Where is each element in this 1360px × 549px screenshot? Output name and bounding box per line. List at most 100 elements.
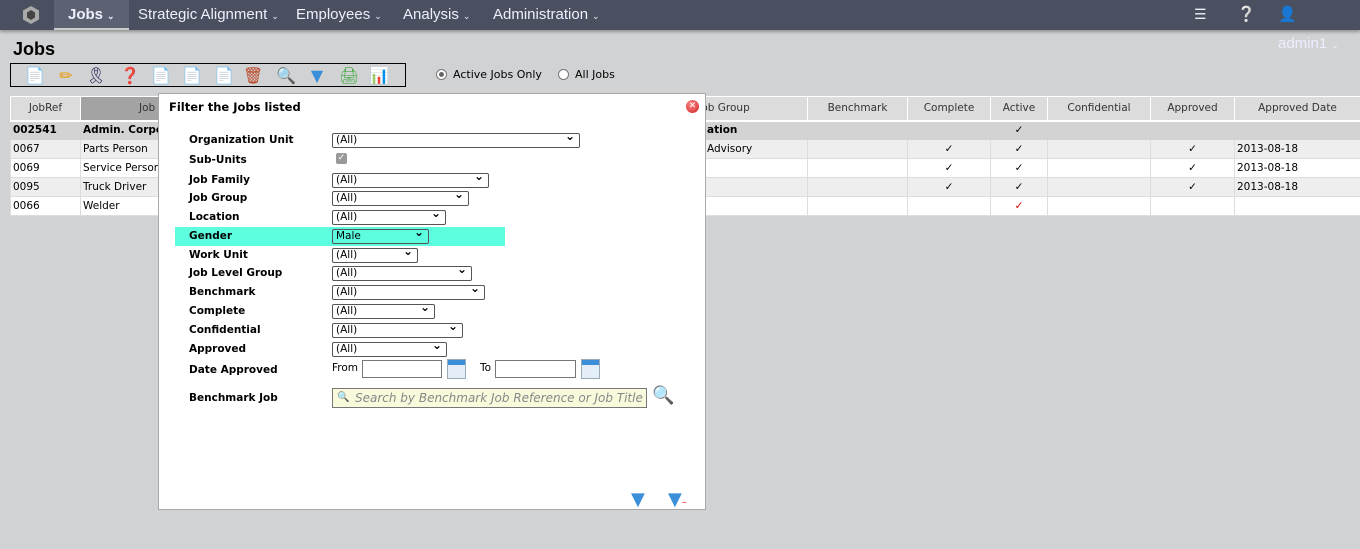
chevron-down-icon: ⌄ <box>271 11 279 21</box>
calendar-icon[interactable] <box>581 359 600 379</box>
top-nav: Jobs ⌄ Strategic Alignment ⌄ Employees ⌄ An… <box>0 0 1360 52</box>
col-complete[interactable]: Complete <box>907 96 991 122</box>
cell-jobref: 0095 <box>10 177 81 197</box>
cell-complete: ✓ <box>907 177 991 197</box>
cell-approved <box>1150 120 1235 140</box>
approved-select[interactable]: (All) <box>332 339 447 357</box>
radio-all-jobs[interactable]: All Jobs <box>558 68 615 81</box>
cell-confidential <box>1047 177 1151 197</box>
nav-jobs[interactable]: Jobs ⌄ <box>54 0 129 30</box>
transfer-icon[interactable]: 📄 <box>214 66 234 86</box>
cell-benchmark <box>807 196 908 216</box>
job-group-select[interactable]: (All) <box>332 188 469 206</box>
print-icon[interactable]: 🖨 <box>339 66 359 86</box>
job-help-icon[interactable]: ❓ <box>120 66 140 86</box>
location-select[interactable]: (All) <box>332 207 446 225</box>
page-title: Jobs <box>13 39 56 59</box>
label-date-approved: Date Approved <box>189 364 278 376</box>
chevron-down-icon: ⌄ <box>1331 40 1339 50</box>
job-level-group-select[interactable]: (All) <box>332 263 472 281</box>
label-confidential: Confidential <box>189 324 261 336</box>
award-icon[interactable]: 🎗 <box>86 66 106 86</box>
cell-complete: ✓ <box>907 158 991 178</box>
nav-analysis[interactable]: Analysis ⌄ <box>403 0 470 30</box>
benchmark-select[interactable]: (All) <box>332 282 485 300</box>
chevron-down-icon: ⌄ <box>107 11 115 21</box>
gender-select[interactable]: Male <box>332 226 429 244</box>
sub-units-checkbox[interactable]: ✓ <box>336 153 347 164</box>
label-org-unit: Organization Unit <box>189 134 294 146</box>
cell-benchmark <box>807 139 908 159</box>
cell-active: ✓ <box>990 158 1048 178</box>
from-label: From <box>332 362 359 374</box>
label-gender: Gender <box>189 230 233 242</box>
apply-filter-icon[interactable]: ▼ <box>631 489 645 510</box>
date-to-input[interactable] <box>495 360 576 378</box>
filter-dialog: Filter the Jobs listed ✕ Organization Un… <box>158 93 706 510</box>
cell-benchmark <box>807 120 908 140</box>
search-icon[interactable]: 🔍 <box>276 66 296 86</box>
col-jobref[interactable]: JobRef <box>10 96 81 122</box>
cell-active: ✓ <box>990 196 1048 216</box>
close-icon[interactable]: ✕ <box>686 100 699 113</box>
delete-icon[interactable]: 🗑 <box>243 66 263 86</box>
label-location: Location <box>189 211 240 223</box>
cell-approved: ✓ <box>1150 139 1235 159</box>
label-job-family: Job Family <box>189 174 250 186</box>
col-approved-date[interactable]: Approved Date <box>1234 96 1360 122</box>
cell-active: ✓ <box>990 139 1048 159</box>
cell-approved-date: 2013-08-18 <box>1234 139 1360 159</box>
user-menu[interactable]: 👤 admin1 ⌄ <box>1278 0 1360 52</box>
cell-jobref: 0066 <box>10 196 81 216</box>
label-work-unit: Work Unit <box>189 249 248 261</box>
label-job-group: Job Group <box>189 192 248 204</box>
org-unit-select[interactable]: (All) <box>332 130 580 148</box>
cell-complete: ✓ <box>907 139 991 159</box>
nav-strategic-alignment[interactable]: Strategic Alignment ⌄ <box>138 0 279 30</box>
toolbar: 📄 ✏ 🎗 ❓ 📄 📄 📄 🗑 🔍 ▼ 🖨 📊 <box>10 63 406 87</box>
chevron-down-icon: ⌄ <box>592 11 600 21</box>
col-confidential[interactable]: Confidential <box>1047 96 1151 122</box>
label-complete: Complete <box>189 305 246 317</box>
radio-button[interactable] <box>436 69 447 80</box>
cell-complete <box>907 120 991 140</box>
work-unit-select[interactable]: (All) <box>332 245 418 263</box>
cell-approved: ✓ <box>1150 177 1235 197</box>
radio-active-jobs[interactable]: Active Jobs Only <box>436 68 542 81</box>
cell-confidential <box>1047 196 1151 216</box>
help-icon[interactable]: ❔ <box>1237 0 1256 30</box>
confidential-select[interactable]: (All) <box>332 320 463 338</box>
cell-approved-date: 2013-08-18 <box>1234 177 1360 197</box>
cell-jobref: 0067 <box>10 139 81 159</box>
cell-benchmark <box>807 177 908 197</box>
filter-icon[interactable]: ▼ <box>307 66 327 86</box>
copy-icon[interactable]: 📄 <box>151 66 171 86</box>
label-sub-units: Sub-Units <box>189 154 247 166</box>
app-logo-icon[interactable] <box>22 6 40 24</box>
calendar-icon[interactable] <box>447 359 466 379</box>
new-job-icon[interactable]: 📄 <box>25 66 45 86</box>
nav-employees[interactable]: Employees ⌄ <box>296 0 382 30</box>
label-job-level-group: Job Level Group <box>189 267 283 279</box>
job-family-select[interactable]: (All) <box>332 170 489 188</box>
clear-filter-icon[interactable]: ▼– <box>668 489 687 510</box>
col-benchmark[interactable]: Benchmark <box>807 96 908 122</box>
cell-approved <box>1150 196 1235 216</box>
move-icon[interactable]: 📄 <box>182 66 202 86</box>
user-icon: 👤 <box>1278 6 1297 23</box>
nav-administration[interactable]: Administration ⌄ <box>493 0 600 30</box>
complete-select[interactable]: (All) <box>332 301 435 319</box>
cell-approved-date <box>1234 196 1360 216</box>
date-from-input[interactable] <box>362 360 442 378</box>
radio-button[interactable] <box>558 69 569 80</box>
cell-approved: ✓ <box>1150 158 1235 178</box>
col-approved[interactable]: Approved <box>1150 96 1235 122</box>
edit-icon[interactable]: ✏ <box>56 66 76 86</box>
lookup-magnifier-icon[interactable]: 🔍 <box>652 385 674 406</box>
settings-sliders-icon[interactable]: ☰ <box>1194 0 1207 30</box>
reports-icon[interactable]: 📊 <box>369 66 389 86</box>
benchmark-job-search-input[interactable]: 🔍 Search by Benchmark Job Reference or Jo… <box>332 388 647 408</box>
cell-benchmark <box>807 158 908 178</box>
cell-confidential <box>1047 139 1151 159</box>
col-active[interactable]: Active <box>990 96 1048 122</box>
